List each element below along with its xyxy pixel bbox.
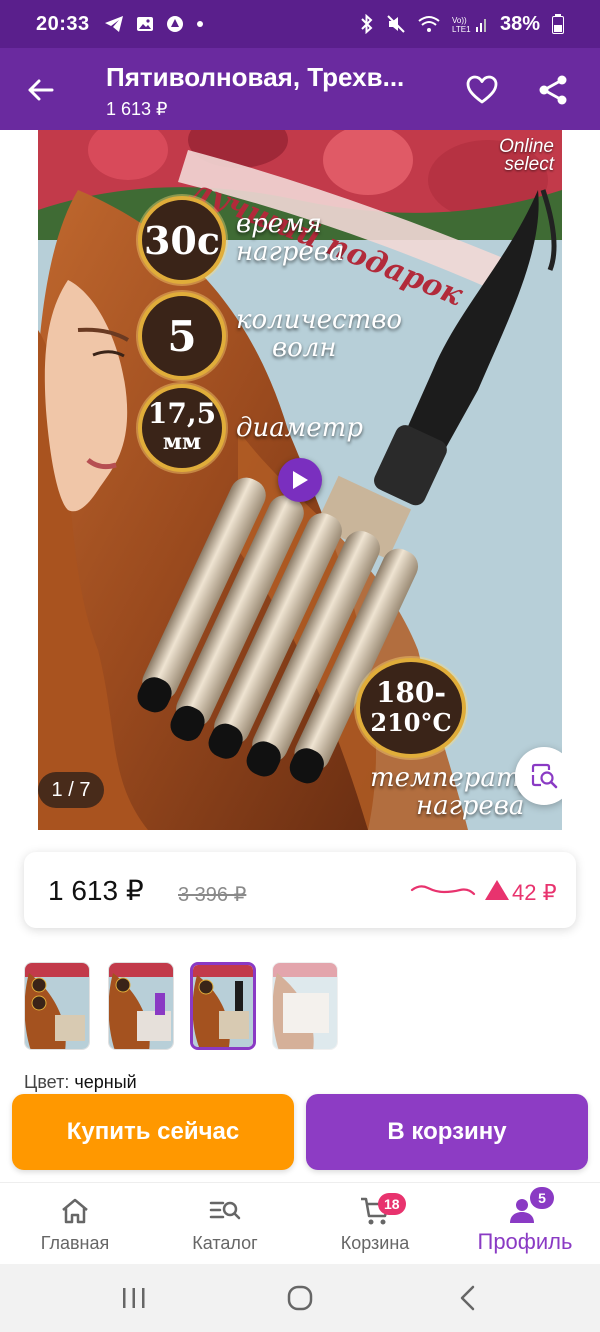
thumbnail[interactable] bbox=[272, 962, 338, 1050]
price-current: 1 613 ₽ bbox=[48, 875, 144, 906]
badge-heat-time: 30с bbox=[138, 196, 226, 284]
price-old: 3 396 ₽ bbox=[178, 884, 247, 906]
share-icon bbox=[539, 75, 567, 105]
profile-notification-badge: 5 bbox=[530, 1187, 554, 1209]
title-block: Пятиволновая, Трехв... 1 613 ₽ bbox=[106, 62, 436, 120]
mute-icon bbox=[387, 15, 405, 33]
brand-logo-line-2: select bbox=[504, 154, 554, 175]
play-video-button[interactable] bbox=[278, 458, 322, 502]
status-notification-icons bbox=[104, 15, 204, 33]
page-title: Пятиволновая, Трехв... bbox=[106, 62, 405, 92]
play-icon bbox=[293, 471, 308, 489]
thumbnail-image bbox=[273, 963, 337, 1049]
home-circle-icon bbox=[287, 1285, 313, 1311]
recent-apps-icon bbox=[123, 1288, 145, 1308]
wifi-icon bbox=[418, 16, 440, 32]
recent-apps-button[interactable] bbox=[110, 1280, 158, 1316]
nav-label-profile: Профиль bbox=[477, 1229, 573, 1254]
thumbnail-image bbox=[25, 963, 89, 1049]
app-icon bbox=[166, 16, 183, 32]
image-counter: 1 / 7 bbox=[38, 772, 104, 808]
add-to-cart-button[interactable]: В корзину bbox=[306, 1094, 588, 1170]
svg-text:Vo)): Vo)) bbox=[452, 16, 467, 25]
color-value: черный bbox=[74, 1072, 137, 1092]
screen: 20:33 Vo)) LTE1 38% Пятиволновая, Трехв..… bbox=[0, 0, 600, 1332]
brand-logo: Online select bbox=[499, 137, 554, 175]
chevron-left-icon bbox=[460, 1285, 475, 1311]
badge-heat-time-value: 30с bbox=[143, 217, 221, 263]
nav-item-cart[interactable]: 18 Корзина bbox=[300, 1183, 450, 1265]
telegram-icon bbox=[104, 16, 123, 32]
badge-waves-label-2: волн bbox=[272, 333, 337, 363]
status-bar: 20:33 Vo)) LTE1 38% bbox=[0, 0, 600, 48]
image-icon bbox=[136, 17, 153, 31]
badge-temperature: 180- 210°С bbox=[356, 658, 466, 758]
page-subtitle-price: 1 613 ₽ bbox=[106, 99, 168, 119]
badge-heat-time-label-2: нагрева bbox=[236, 237, 345, 267]
badge-diameter-value: 17,5 bbox=[147, 397, 217, 430]
price-card[interactable]: 1 613 ₽ 3 396 ₽ 42 ₽ bbox=[24, 852, 576, 928]
badge-diameter-unit: мм bbox=[162, 429, 202, 455]
bottom-navigation: Главная Каталог 18 Корзина 5 Профиль bbox=[0, 1182, 600, 1264]
color-label: Цвет: bbox=[24, 1072, 70, 1092]
thumbnail-image bbox=[193, 965, 253, 1047]
buy-now-button[interactable]: Купить сейчас bbox=[12, 1094, 294, 1170]
color-selector[interactable]: Цвет: черный bbox=[24, 1072, 137, 1093]
app-bar: Пятиволновая, Трехв... 1 613 ₽ bbox=[0, 48, 600, 130]
home-icon bbox=[57, 1195, 93, 1227]
dot-icon bbox=[196, 21, 203, 27]
share-button[interactable] bbox=[533, 70, 573, 110]
status-system-icons: Vo)) LTE1 38% bbox=[360, 13, 564, 36]
svg-text:LTE1: LTE1 bbox=[452, 25, 471, 34]
status-time: 20:33 bbox=[36, 12, 90, 35]
system-navigation-bar bbox=[0, 1264, 600, 1332]
price-change: 42 ₽ bbox=[512, 880, 557, 905]
badge-temperature-value-2: 210°С bbox=[370, 708, 452, 737]
image-search-icon bbox=[531, 763, 558, 789]
thumbnail-image bbox=[109, 963, 173, 1049]
badge-heat-time-label-1: время bbox=[236, 209, 322, 239]
badge-waves-label: количество волн bbox=[236, 306, 402, 362]
price-history-sparkline bbox=[410, 885, 476, 896]
badge-waves-label-1: количество bbox=[236, 305, 403, 335]
thumbnail[interactable] bbox=[108, 962, 174, 1050]
home-button[interactable] bbox=[276, 1280, 324, 1316]
thumbnail[interactable] bbox=[24, 962, 90, 1050]
badge-diameter-label-1: диаметр bbox=[236, 413, 363, 443]
favorite-button[interactable] bbox=[462, 70, 502, 110]
thumbnail-selected[interactable] bbox=[190, 962, 256, 1050]
nav-label-home: Главная bbox=[40, 1233, 110, 1253]
battery-percent: 38% bbox=[499, 12, 540, 35]
catalog-search-icon bbox=[207, 1195, 243, 1227]
signal-icon: Vo))LTE1 bbox=[452, 16, 486, 34]
badge-temperature-value-1: 180- bbox=[375, 676, 447, 709]
nav-label-catalog: Каталог bbox=[192, 1233, 258, 1253]
badge-diameter-label: диаметр bbox=[236, 414, 363, 442]
badge-diameter: 17,5 мм bbox=[138, 384, 226, 472]
battery-icon bbox=[552, 14, 564, 34]
nav-item-home[interactable]: Главная bbox=[0, 1183, 150, 1265]
back-button[interactable] bbox=[20, 70, 60, 110]
nav-label-cart: Корзина bbox=[340, 1233, 410, 1253]
heart-icon bbox=[466, 75, 498, 104]
arrow-left-icon bbox=[28, 79, 54, 101]
cart-count-badge: 18 bbox=[378, 1193, 406, 1215]
system-back-button[interactable] bbox=[444, 1280, 492, 1316]
badge-waves-value: 5 bbox=[167, 311, 197, 361]
price-up-triangle-icon bbox=[485, 880, 509, 900]
bluetooth-icon bbox=[361, 14, 373, 34]
badge-heat-time-label: время нагрева bbox=[236, 210, 344, 266]
nav-item-profile[interactable]: 5 Профиль bbox=[450, 1183, 600, 1265]
nav-item-catalog[interactable]: Каталог bbox=[150, 1183, 300, 1265]
product-image-gallery[interactable]: Online select лучший подарок 30с время н… bbox=[38, 130, 562, 830]
badge-waves: 5 bbox=[138, 292, 226, 380]
